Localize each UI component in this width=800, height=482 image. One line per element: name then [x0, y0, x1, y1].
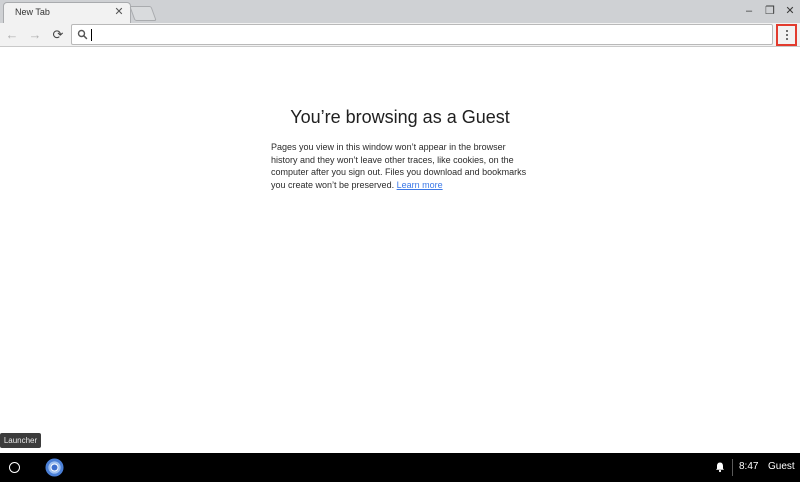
omnibox[interactable]	[71, 24, 773, 45]
window-close-icon[interactable]: ✕	[783, 4, 797, 18]
launcher-tooltip: Launcher	[0, 433, 41, 448]
three-dot-menu-button[interactable]	[776, 24, 797, 46]
tab-strip: New Tab ✕ – ❐ ✕	[0, 0, 800, 23]
shelf: 8:47 Guest	[0, 453, 800, 482]
learn-more-link[interactable]: Learn more	[397, 180, 443, 190]
text-caret	[91, 29, 92, 41]
new-tab-page: You’re browsing as a Guest Pages you vie…	[0, 48, 800, 452]
shelf-divider	[732, 459, 733, 476]
minimize-icon[interactable]: –	[742, 4, 756, 18]
launcher-circle-icon[interactable]	[9, 462, 20, 473]
chrome-icon[interactable]	[45, 458, 64, 477]
back-icon[interactable]: ←	[4, 27, 20, 43]
restore-icon[interactable]: ❐	[763, 4, 777, 18]
page-title: You’re browsing as a Guest	[290, 107, 510, 127]
bell-icon[interactable]	[714, 461, 726, 473]
tab-new-tab[interactable]: New Tab ✕	[3, 2, 131, 23]
tab-title: New Tab	[15, 7, 50, 17]
omnibox-input[interactable]	[91, 27, 761, 42]
tab-close-icon[interactable]: ✕	[113, 6, 125, 18]
clock[interactable]: 8:47	[739, 461, 758, 472]
guest-description: Pages you view in this window won’t appe…	[271, 141, 533, 192]
reload-icon[interactable]: ⟳	[50, 27, 66, 43]
user-label[interactable]: Guest	[768, 461, 795, 472]
forward-icon[interactable]: →	[27, 27, 43, 43]
toolbar: ← → ⟳	[0, 23, 800, 47]
search-icon	[77, 29, 88, 40]
new-tab-button[interactable]	[129, 6, 157, 21]
